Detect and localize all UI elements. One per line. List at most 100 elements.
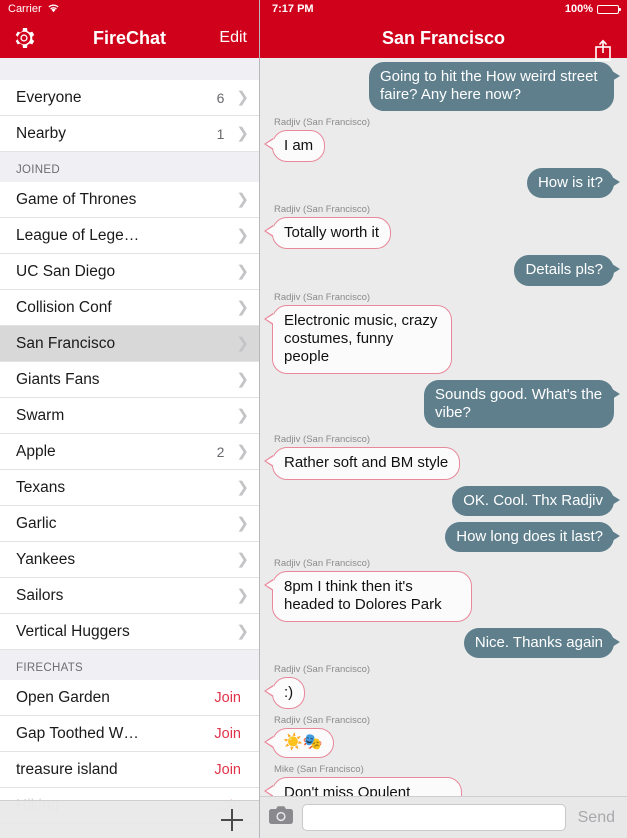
message-bubble-incoming[interactable]: Totally worth it [263,217,392,250]
message-bubble-outgoing[interactable]: Going to hit the How weird street faire?… [369,62,620,111]
message-row: Radjiv (San Francisco) Totally worth it [263,204,619,250]
sidebar-status-bar: Carrier [0,0,259,18]
chevron-right-icon: ❯ [236,299,249,316]
join-button[interactable]: Join [214,690,241,706]
chevron-right-icon: ❯ [236,515,249,532]
sidebar-item-collision-conf[interactable]: Collision Conf ❯ [0,290,259,326]
message-row: Radjiv (San Francisco) ☀️🎭 [264,715,619,758]
firechat-item-open-garden[interactable]: Open Garden Join [0,680,259,716]
list-item-label: Collision Conf [16,298,112,316]
send-button[interactable]: Send [574,809,619,827]
message-row: Radjiv (San Francisco) 8pm I think then … [264,558,619,622]
list-item-label: League of Lege… [16,226,140,244]
message-sender: Radjiv (San Francisco) [274,204,371,216]
sidebar-item-sailors[interactable]: Sailors ❯ [0,578,259,614]
battery-icon [597,4,621,14]
sidebar-item-texans[interactable]: Texans ❯ [0,470,259,506]
chevron-right-icon: ❯ [236,89,249,106]
message-input[interactable] [302,804,566,831]
status-time: 7:17 PM [272,3,314,15]
firechat-item-gap-toothed-w[interactable]: Gap Toothed W… Join [0,716,259,752]
message-bubble-outgoing[interactable]: Details pls? [514,255,620,286]
sidebar-item-yankees[interactable]: Yankees ❯ [0,542,259,578]
battery-nub [619,7,621,11]
list-item-label: Game of Thrones [16,190,137,208]
message-bubble-incoming[interactable]: Don't miss Opulent Temple. And if you're… [264,776,462,796]
join-button[interactable]: Join [214,726,241,742]
message-bubble-incoming[interactable]: Electronic music, crazy costumes, funny … [264,304,452,374]
message-bubble-incoming[interactable]: Rather soft and BM style [263,447,461,480]
message-sender: Radjiv (San Francisco) [274,116,371,128]
chevron-right-icon: ❯ [236,587,249,604]
sidebar-item-game-of-thrones[interactable]: Game of Thrones ❯ [0,182,259,218]
message-bubble-incoming[interactable]: 8pm I think then it's headed to Dolores … [264,571,472,622]
message-bubble-outgoing[interactable]: How long does it last? [445,521,620,553]
camera-icon [269,806,293,824]
chevron-right-icon: ❯ [236,335,249,352]
message-row: How is it? [266,167,621,199]
list-item-label: UC San Diego [16,262,116,280]
list-item-count: 1 [216,125,225,142]
list-item-count: 6 [216,89,225,106]
firechat-item-treasure-island[interactable]: treasure island Join [0,752,259,788]
message-bubble-outgoing[interactable]: Nice. Thanks again [463,627,621,659]
message-bubble-incoming[interactable]: :) [263,677,306,710]
chevron-right-icon: ❯ [236,443,249,460]
sidebar-panel: Carrier FireChat Edit Everyone 6 ❯ Nearb… [0,0,260,838]
list-top-spacer [0,58,259,80]
list-item-label: treasure island [16,760,118,778]
sidebar-item-nearby[interactable]: Nearby 1 ❯ [0,116,259,152]
sidebar-item-garlic[interactable]: Garlic ❯ [0,506,259,542]
chat-title: San Francisco [381,27,506,48]
message-row: Going to hit the How weird street faire?… [266,62,620,111]
chevron-right-icon: ❯ [236,407,249,424]
section-header-firechats: FIRECHATS [0,650,259,680]
gear-icon [15,28,35,48]
section-header-joined: JOINED [0,152,259,182]
sidebar-item-uc-san-diego[interactable]: UC San Diego ❯ [0,254,259,290]
message-list[interactable]: Going to hit the How weird street faire?… [260,58,627,796]
sidebar-item-swarm[interactable]: Swarm ❯ [0,398,259,434]
message-sender: Radjiv (San Francisco) [274,715,371,727]
chevron-right-icon: ❯ [236,623,249,640]
message-bubble-incoming[interactable]: I am [263,129,326,162]
message-row: Sounds good. What's the vibe? [266,379,620,429]
message-bubble-incoming-emoji[interactable]: ☀️🎭 [264,728,334,758]
chevron-right-icon: ❯ [236,227,249,244]
chevron-right-icon: ❯ [236,191,249,208]
message-sender: Radjiv (San Francisco) [274,664,371,676]
sidebar-bottom-toolbar [0,800,259,838]
message-bubble-outgoing[interactable]: OK. Cool. Thx Radjiv [452,485,620,516]
chat-panel: 7:17 PM 100% San Francisco Going to hit … [260,0,627,838]
message-input-bar: Send [260,796,627,838]
list-item-label: Apple [16,442,56,460]
plus-icon[interactable] [221,808,243,831]
list-item-label: Garlic [16,514,57,532]
sidebar-item-apple[interactable]: Apple 2 ❯ [0,434,259,470]
edit-button[interactable]: Edit [219,29,247,47]
list-item-label: Swarm [16,406,65,424]
battery-indicator: 100% [564,3,621,15]
message-row: Radjiv (San Francisco) Rather soft and B… [263,434,619,480]
camera-button[interactable] [268,805,294,830]
message-sender: Mike (San Francisco) [274,763,364,775]
list-item-label: Vertical Huggers [16,622,130,640]
chat-status-bar: 7:17 PM 100% [260,0,627,18]
sidebar-item-giants-fans[interactable]: Giants Fans ❯ [0,362,259,398]
message-bubble-outgoing[interactable]: Sounds good. What's the vibe? [424,379,620,429]
sidebar-item-san-francisco[interactable]: San Francisco ❯ [0,326,259,362]
chat-list[interactable]: Everyone 6 ❯ Nearby 1 ❯ JOINED Game of T… [0,58,259,838]
list-item-label: Gap Toothed W… [16,724,139,742]
settings-gear-button[interactable] [12,26,36,50]
message-row: How long does it last? [266,521,620,553]
message-row: Nice. Thanks again [266,627,621,659]
firechat-app: Carrier FireChat Edit Everyone 6 ❯ Nearb… [0,0,627,838]
join-button[interactable]: Join [214,762,241,778]
list-item-count: 2 [216,443,225,460]
sidebar-item-everyone[interactable]: Everyone 6 ❯ [0,80,259,116]
message-bubble-outgoing[interactable]: How is it? [526,167,621,199]
sidebar-item-league-of-legends[interactable]: League of Lege… ❯ [0,218,259,254]
list-item-label: Open Garden [16,688,110,706]
sidebar-item-vertical-huggers[interactable]: Vertical Huggers ❯ [0,614,259,650]
battery-percent-label: 100% [564,3,593,15]
